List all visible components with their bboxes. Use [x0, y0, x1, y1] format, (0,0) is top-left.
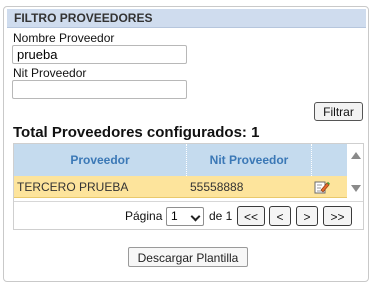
next-page-button[interactable]: >: [296, 206, 318, 226]
scroll-down-arrow-icon[interactable]: [351, 185, 361, 192]
grid-scrollbar[interactable]: [348, 144, 363, 200]
filter-section-title: FILTRO PROVEEDORES: [7, 9, 366, 28]
filter-button[interactable]: Filtrar: [314, 102, 363, 121]
download-template-button[interactable]: Descargar Plantilla: [128, 247, 248, 267]
column-header-nit[interactable]: Nit Proveedor: [187, 144, 311, 176]
cell-proveedor: TERCERO PRUEBA: [17, 180, 129, 194]
column-divider: [311, 144, 312, 176]
total-providers-text: Total Proveedores configurados: 1: [13, 124, 260, 141]
scroll-up-arrow-icon[interactable]: [351, 152, 361, 159]
page-label: Página: [125, 209, 163, 223]
column-header-proveedor[interactable]: Proveedor: [14, 144, 186, 176]
providers-grid: Proveedor Nit Proveedor TERCERO PRUEBA 5…: [13, 143, 364, 230]
table-row[interactable]: TERCERO PRUEBA 55558888: [14, 176, 347, 198]
grid-header: Proveedor Nit Proveedor: [14, 144, 347, 176]
prev-page-button[interactable]: <: [269, 206, 291, 226]
provider-name-input[interactable]: [12, 45, 187, 64]
page-select[interactable]: 1: [166, 207, 204, 226]
provider-name-label: Nombre Proveedor: [13, 31, 115, 45]
cell-nit: 55558888: [190, 180, 244, 194]
provider-nit-input[interactable]: [12, 80, 187, 99]
page-select-value: 1: [171, 209, 178, 223]
provider-nit-label: Nit Proveedor: [13, 66, 87, 80]
grid-pager: Página 1 de 1 << < > >>: [14, 201, 363, 229]
chevron-down-icon: [190, 211, 201, 222]
page-count-label: de 1: [209, 209, 233, 223]
last-page-button[interactable]: >>: [323, 206, 352, 226]
first-page-button[interactable]: <<: [237, 206, 265, 226]
edit-icon[interactable]: [314, 180, 330, 194]
